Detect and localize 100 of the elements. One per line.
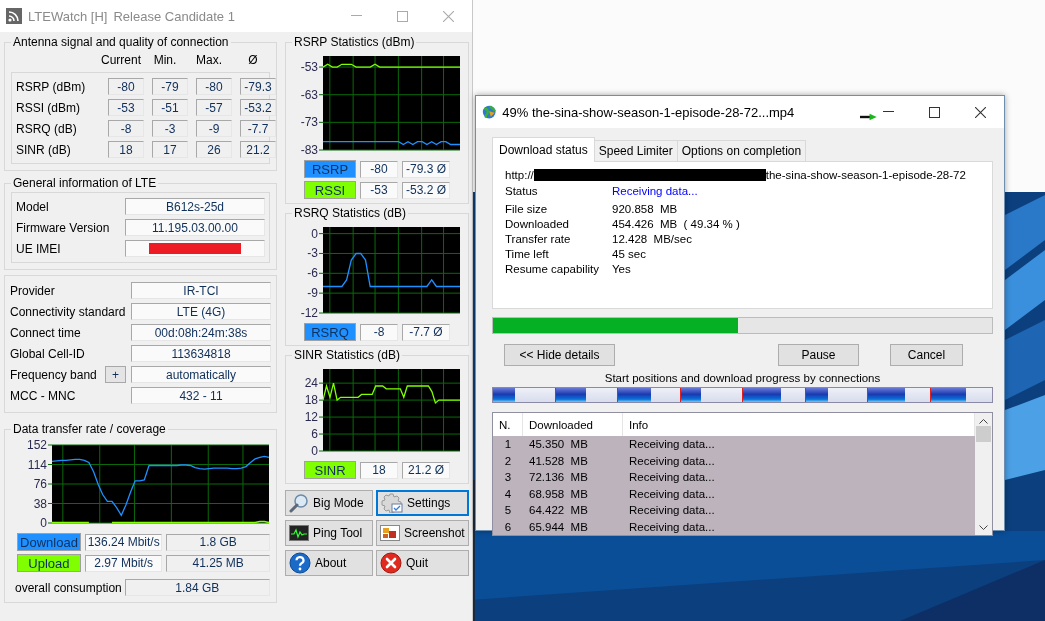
close-icon[interactable] bbox=[975, 106, 986, 118]
value-field: -8 bbox=[108, 120, 144, 137]
table-cell-text: Receiving data... bbox=[628, 454, 716, 467]
minimize-icon[interactable] bbox=[883, 111, 894, 113]
toolbar-button[interactable]: Ping Tool bbox=[285, 520, 373, 546]
expand-button[interactable]: + bbox=[105, 366, 126, 383]
detail-label: Transfer rate bbox=[505, 233, 572, 245]
table-cell-text: 41.528 MB bbox=[528, 454, 589, 467]
tab[interactable]: Speed Limiter bbox=[593, 140, 678, 161]
value-field: -9 bbox=[196, 120, 232, 137]
value-field: automatically bbox=[131, 366, 271, 383]
url-text: the-sina-show-season-1-episode-28-72 bbox=[765, 169, 966, 181]
scroll-up-icon[interactable] bbox=[979, 418, 988, 424]
legend-chip: SINR bbox=[304, 461, 356, 479]
row-label: MCC - MNC bbox=[10, 388, 77, 403]
legend-chip: RSRQ bbox=[304, 323, 356, 341]
row-label: Frequency band bbox=[10, 367, 98, 382]
value-field: -53.2 bbox=[240, 99, 276, 116]
table-cell-text: Receiving data... bbox=[628, 520, 716, 533]
tab[interactable]: Options on completion bbox=[676, 140, 807, 161]
scrollbar[interactable] bbox=[975, 413, 992, 535]
axis-label: 114 bbox=[27, 457, 47, 472]
window-subtitle: Release Candidate 1 bbox=[113, 8, 235, 24]
cancel-button[interactable]: Cancel bbox=[890, 344, 963, 366]
table-cell-text: 64.422 MB bbox=[528, 504, 589, 517]
axis-label: 24 bbox=[304, 376, 318, 391]
axis-label: 18 bbox=[304, 393, 318, 408]
window-title: LTEWatch [H] bbox=[28, 8, 108, 24]
value-field: -80 bbox=[196, 78, 232, 95]
value-field: -7.7 Ø bbox=[402, 323, 450, 341]
toolbar-button[interactable]: Settings bbox=[376, 490, 469, 516]
axis-label: 38 bbox=[33, 496, 47, 511]
table-cell-text: 2 bbox=[503, 454, 513, 467]
row-label: Provider bbox=[10, 283, 56, 298]
row-label: RSRQ (dB) bbox=[16, 121, 78, 136]
toolbar-button[interactable]: Quit bbox=[376, 550, 469, 576]
axis-label: -6 bbox=[307, 266, 318, 281]
group-title: RSRQ Statistics (dB) bbox=[293, 206, 408, 220]
value-field: 2.97 Mbit/s bbox=[84, 554, 163, 572]
detail-value: 920.858 MB bbox=[612, 203, 679, 215]
axis-label: -73 bbox=[300, 115, 318, 130]
table-row[interactable]: 1 45.350 MB Receiving data... bbox=[493, 436, 975, 453]
detail-label: Downloaded bbox=[505, 218, 570, 230]
axis-label: 76 bbox=[33, 477, 47, 491]
value-field: 26 bbox=[196, 141, 232, 158]
value-field: 21.2 Ø bbox=[402, 461, 450, 479]
value-field: 432 - 11 bbox=[131, 387, 271, 404]
row-label: Connectivity standard bbox=[10, 304, 127, 319]
axis-label: -3 bbox=[307, 246, 318, 261]
scroll-thumb[interactable] bbox=[976, 426, 991, 442]
table-cell-text: Receiving data... bbox=[628, 471, 716, 484]
row-label: Firmware Version bbox=[16, 220, 111, 235]
table-cell-text: 3 bbox=[503, 471, 513, 484]
column-header: Current bbox=[101, 52, 141, 69]
column-header: Min. bbox=[153, 52, 177, 69]
axis-label: 12 bbox=[304, 410, 318, 425]
value-field: LTE (4G) bbox=[131, 303, 271, 320]
value-field: -80 bbox=[360, 160, 398, 178]
toolbar-button[interactable]: About bbox=[285, 550, 373, 576]
table-row[interactable]: 3 72.136 MB Receiving data... bbox=[493, 469, 975, 486]
legend-chip: RSSI bbox=[304, 181, 356, 199]
scroll-down-icon[interactable] bbox=[979, 525, 988, 531]
url-text: http:// bbox=[505, 169, 534, 181]
table-row[interactable]: 5 64.422 MB Receiving data... bbox=[493, 502, 975, 519]
value-field: 136.24 Mbit/s bbox=[84, 533, 163, 551]
table-cell-text: 4 bbox=[503, 487, 513, 500]
value-field: -53 bbox=[360, 181, 398, 199]
table-cell-text: 45.350 MB bbox=[528, 438, 589, 451]
pause-button[interactable]: Pause bbox=[778, 344, 859, 366]
toolbar-button[interactable]: Big Mode bbox=[285, 490, 373, 516]
row-label: overall consumption bbox=[15, 580, 122, 595]
axis-label: 152 bbox=[26, 438, 47, 452]
table-cell-text: 68.958 MB bbox=[528, 487, 589, 500]
axis-label: -12 bbox=[300, 306, 318, 320]
window-title: 49% the-sina-show-season-1-episode-28-72...mp4 bbox=[502, 104, 795, 120]
toolbar-button[interactable]: Screenshot bbox=[376, 520, 469, 546]
detail-label: Time left bbox=[505, 248, 550, 260]
row-label: Global Cell-ID bbox=[10, 346, 86, 361]
detail-label: File size bbox=[505, 203, 549, 215]
hide-details-button[interactable]: << Hide details bbox=[504, 344, 615, 366]
table-cell-text: 6 bbox=[503, 520, 513, 533]
legend-chip: RSRP bbox=[304, 160, 356, 178]
axis-label: -53 bbox=[300, 60, 318, 75]
detail-value: Yes bbox=[612, 263, 632, 275]
value-field: -7.7 bbox=[240, 120, 276, 137]
group-title: RSRP Statistics (dBm) bbox=[293, 35, 416, 49]
detail-value: 12.428 MB/sec bbox=[612, 233, 693, 245]
globe-icon bbox=[482, 103, 497, 121]
tab[interactable]: Download status bbox=[492, 137, 595, 162]
quit-icon bbox=[380, 552, 402, 574]
gear-icon bbox=[381, 493, 403, 513]
row-label: Model bbox=[16, 199, 50, 214]
group-title: Data transfer rate / coverage bbox=[12, 422, 167, 436]
image-icon bbox=[380, 525, 400, 541]
group-title: Antenna signal and quality of connection bbox=[12, 35, 230, 49]
detail-label: Status bbox=[505, 185, 539, 197]
row-label: RSRP (dBm) bbox=[16, 79, 87, 94]
monitor-icon bbox=[289, 525, 309, 541]
maximize-icon[interactable] bbox=[929, 106, 940, 118]
row-label: SINR (dB) bbox=[16, 142, 72, 157]
